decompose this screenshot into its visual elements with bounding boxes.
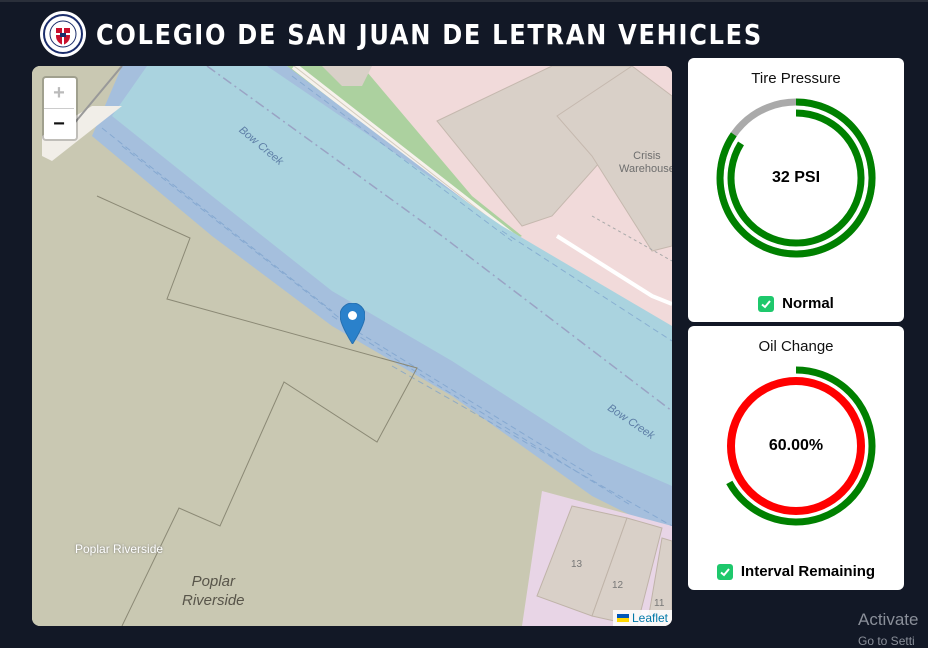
vehicle-location-marker-icon[interactable] [339, 302, 366, 349]
top-border [0, 0, 928, 2]
tire-pressure-value: 32 PSI [771, 169, 821, 186]
zoom-out-button[interactable]: − [44, 109, 74, 139]
map-attribution: Leaflet [612, 610, 672, 626]
ukraine-flag-icon [616, 614, 629, 622]
checkmark-icon [758, 295, 775, 312]
zoom-control: + − [42, 76, 78, 141]
oil-change-status-label: Interval Remaining [740, 563, 876, 580]
checkmark-icon [716, 563, 733, 580]
tire-pressure-title: Tire Pressure [751, 70, 841, 87]
place-label-large: Poplar Riverside [182, 573, 245, 609]
school-seal-logo [40, 11, 86, 57]
oil-change-card: Oil Change 60.00% Interval Remaining [688, 326, 904, 590]
zoom-in-button[interactable]: + [44, 78, 74, 109]
oil-change-title: Oil Change [758, 338, 834, 355]
map-view[interactable]: Bow Creek Bow Creek Crisis Warehouse Pop… [32, 66, 672, 626]
tire-pressure-card: Tire Pressure 32 PSI Normal [688, 58, 904, 322]
tire-pressure-status: Normal [688, 295, 904, 312]
attribution-link[interactable]: Leaflet [632, 611, 668, 625]
tire-pressure-status-label: Normal [782, 295, 834, 312]
oil-change-value: 60.00% [768, 437, 824, 454]
activate-windows-watermark: Activate [858, 610, 919, 629]
oil-change-status: Interval Remaining [688, 563, 904, 580]
house-number-12: 12 [612, 580, 624, 591]
app-title: COLEGIO DE SAN JUAN DE LETRAN VEHICLES [96, 17, 763, 51]
building-label: Crisis Warehouse [619, 150, 672, 175]
tire-pressure-gauge: 32 PSI [716, 98, 876, 263]
house-number-13: 13 [571, 559, 583, 570]
oil-change-gauge: 60.00% [716, 366, 876, 531]
place-label-small: Poplar Riverside [75, 542, 164, 556]
house-number-11: 11 [654, 598, 665, 609]
header: COLEGIO DE SAN JUAN DE LETRAN VEHICLES [40, 10, 871, 58]
